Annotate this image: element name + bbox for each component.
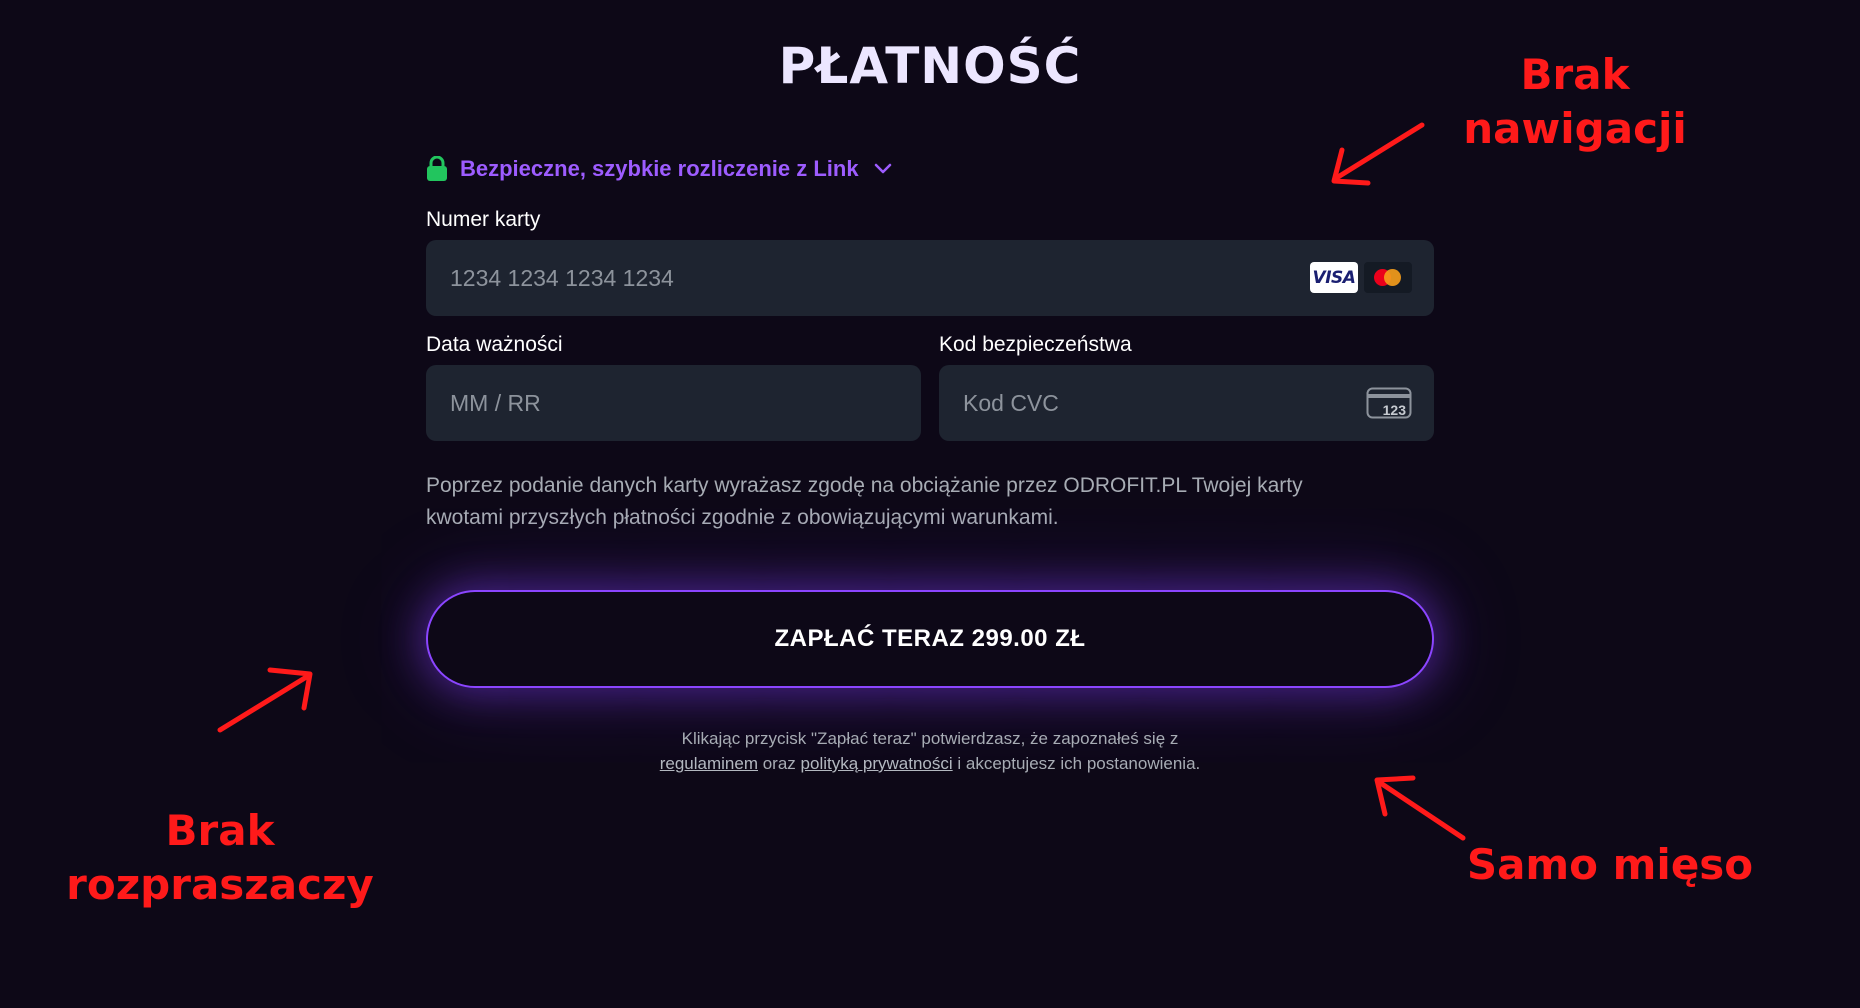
lock-icon <box>427 156 447 181</box>
consent-text: Poprzez podanie danych karty wyrażasz zg… <box>426 470 1436 534</box>
pay-now-button[interactable]: ZAPŁAĆ TERAZ 299.00 ZŁ <box>426 590 1434 688</box>
link-checkout-label: Bezpieczne, szybkie rozliczenie z Link <box>460 156 859 181</box>
card-number-placeholder: 1234 1234 1234 1234 <box>450 264 674 291</box>
chevron-down-icon <box>874 163 891 174</box>
annotation-no-navigation: Brak nawigacji <box>1440 48 1710 156</box>
arrow-icon <box>1374 775 1466 841</box>
cvc-icon-text: 123 <box>1383 402 1407 418</box>
link-checkout-toggle[interactable]: Bezpieczne, szybkie rozliczenie z Link <box>426 152 893 186</box>
cvc-placeholder: Kod CVC <box>963 389 1059 416</box>
expiry-placeholder: MM / RR <box>450 389 541 416</box>
cvc-input[interactable]: Kod CVC 123 <box>939 365 1434 441</box>
mastercard-icon <box>1364 262 1412 293</box>
arrow-icon <box>1331 122 1425 186</box>
terms-text: Klikając przycisk "Zapłać teraz" potwier… <box>426 726 1434 776</box>
visa-icon: VISA <box>1310 262 1358 293</box>
terms-link[interactable]: regulaminem <box>660 754 758 773</box>
card-brands: VISA <box>1310 262 1412 293</box>
terms-line-2: regulaminem oraz polityką prywatności i … <box>426 751 1434 776</box>
cvc-card-icon: 123 <box>1366 387 1412 419</box>
consent-line-1: Poprzez podanie danych karty wyrażasz zg… <box>426 474 1303 497</box>
annotation-no-distractions: Brak rozpraszaczy <box>60 804 380 912</box>
annotation-no-distractions-line-2: rozpraszaczy <box>66 860 374 909</box>
terms-line-1: Klikając przycisk "Zapłać teraz" potwier… <box>681 729 1179 748</box>
annotation-only-essentials-line-1: Samo mięso <box>1466 840 1754 889</box>
terms-end: i akceptujesz ich postanowienia. <box>952 754 1201 773</box>
arrow-icon <box>217 667 313 733</box>
expiry-label: Data ważności <box>426 333 563 356</box>
privacy-policy-link[interactable]: polityką prywatności <box>801 754 953 773</box>
expiry-input[interactable]: MM / RR <box>426 365 921 441</box>
consent-line-2: kwotami przyszłych płatności zgodnie z o… <box>426 506 1059 529</box>
card-number-label: Numer karty <box>426 208 541 231</box>
annotation-only-essentials: Samo mięso <box>1460 838 1760 892</box>
card-number-input[interactable]: 1234 1234 1234 1234 VISA <box>426 240 1434 316</box>
annotation-no-distractions-line-1: Brak <box>165 806 275 855</box>
annotation-no-navigation-line-2: nawigacji <box>1463 104 1687 153</box>
annotation-no-navigation-line-1: Brak <box>1520 50 1630 99</box>
cvc-label: Kod bezpieczeństwa <box>939 333 1132 356</box>
terms-mid: oraz <box>758 754 801 773</box>
